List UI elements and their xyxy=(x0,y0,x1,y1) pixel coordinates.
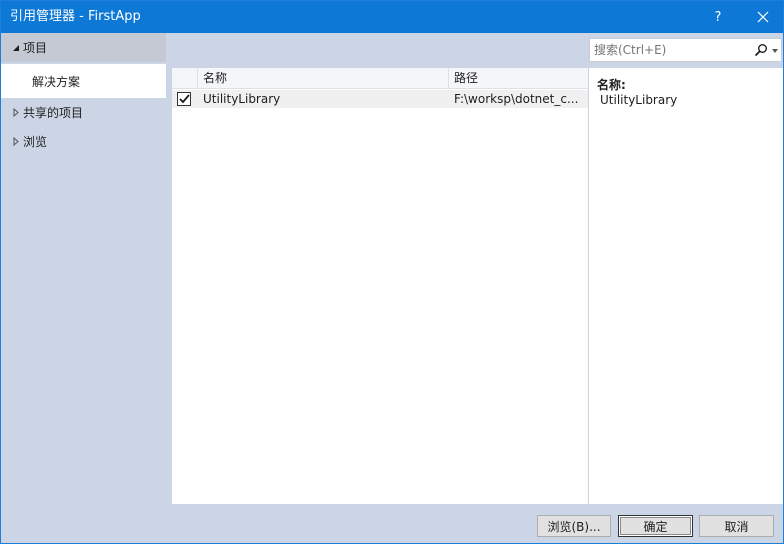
reference-path: F:\worksp\dotnet_c... xyxy=(454,92,579,106)
checkmark-icon xyxy=(178,94,190,104)
close-icon xyxy=(757,11,769,23)
search-icon[interactable] xyxy=(754,43,768,57)
window-title: 引用管理器 - FirstApp xyxy=(10,9,141,24)
ok-button[interactable]: 确定 xyxy=(618,515,693,537)
grid-header: 名称 路径 xyxy=(172,68,588,89)
reference-name: UtilityLibrary xyxy=(203,92,281,106)
column-header-path[interactable]: 路径 xyxy=(449,68,588,89)
nav-item-shared-projects[interactable]: 共享的项目 xyxy=(1,98,166,127)
reference-manager-dialog: 引用管理器 - FirstApp ? 项目 解决方案 共享的项目 浏览 搜索(C… xyxy=(0,0,784,544)
expand-arrow-icon[interactable] xyxy=(9,137,23,146)
nav-item-browse[interactable]: 浏览 xyxy=(1,127,166,156)
nav-item-project[interactable]: 项目 xyxy=(1,33,166,62)
nav-item-label: 项目 xyxy=(23,41,48,55)
collapse-arrow-icon[interactable] xyxy=(9,44,23,52)
navigation-pane: 项目 解决方案 共享的项目 浏览 xyxy=(1,33,166,507)
table-row[interactable]: UtilityLibrary F:\worksp\dotnet_c... xyxy=(172,90,588,108)
nav-item-label: 共享的项目 xyxy=(23,106,84,120)
nav-item-label: 浏览 xyxy=(23,135,48,149)
column-header-check xyxy=(172,68,198,89)
title-bar: 引用管理器 - FirstApp ? xyxy=(1,1,783,33)
nav-item-label: 解决方案 xyxy=(32,74,81,89)
expand-arrow-icon[interactable] xyxy=(9,108,23,117)
dialog-footer: 浏览(B)... 确定 取消 xyxy=(1,507,783,543)
detail-name-label: 名称: xyxy=(597,78,626,92)
detail-name-value: UtilityLibrary xyxy=(600,93,678,107)
column-header-name[interactable]: 名称 xyxy=(198,68,449,89)
details-pane: 名称: UtilityLibrary xyxy=(589,68,783,504)
search-box[interactable] xyxy=(589,38,782,62)
browse-button[interactable]: 浏览(B)... xyxy=(537,515,611,537)
reference-list: 名称 路径 UtilityLibrary F:\worksp\dotnet_c.… xyxy=(172,68,588,504)
help-button[interactable]: ? xyxy=(701,1,735,33)
close-button[interactable] xyxy=(743,1,783,33)
reference-checkbox[interactable] xyxy=(177,92,191,106)
nav-item-solution[interactable]: 解决方案 xyxy=(1,64,166,98)
cancel-button[interactable]: 取消 xyxy=(699,515,774,537)
chevron-down-icon[interactable] xyxy=(772,49,778,53)
search-input[interactable] xyxy=(590,43,740,57)
